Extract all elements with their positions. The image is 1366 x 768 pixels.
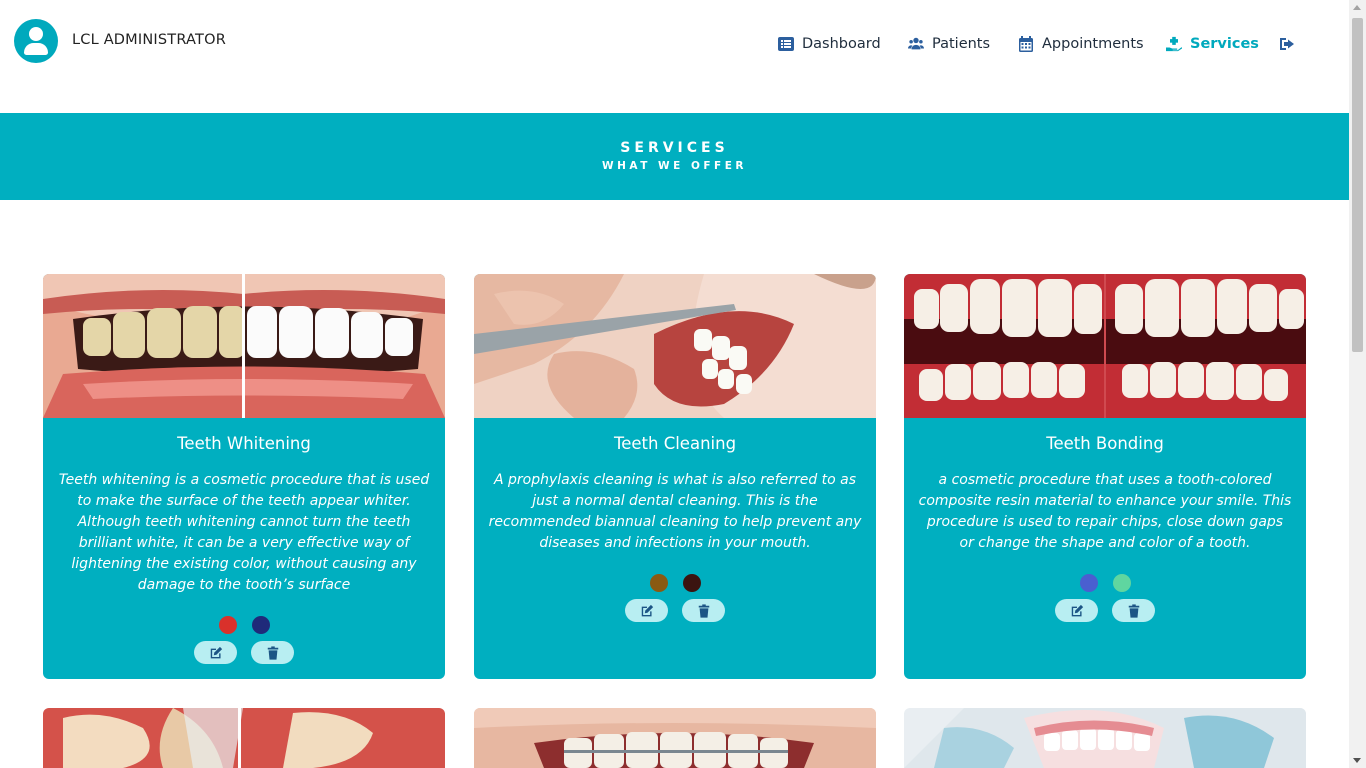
service-image <box>43 708 445 768</box>
admin-name: LCL ADMINISTRATOR <box>72 32 226 48</box>
service-image <box>474 708 876 768</box>
top-navbar: LCL ADMINISTRATOR Dashboard Patients App… <box>0 0 1349 113</box>
service-actions <box>904 599 1306 622</box>
delete-button[interactable] <box>251 641 294 664</box>
edit-icon <box>1071 604 1083 616</box>
service-colors <box>43 616 445 634</box>
trash-icon <box>698 603 709 618</box>
list-alt-icon <box>778 37 794 51</box>
service-description: A prophylaxis cleaning is what is also r… <box>488 472 862 551</box>
service-description: a cosmetic procedure that uses a tooth-c… <box>918 472 1292 551</box>
service-colors <box>474 574 876 592</box>
service-title: Teeth Whitening <box>177 434 311 453</box>
service-image <box>474 274 876 418</box>
nav-appointments-label: Appointments <box>1042 36 1144 52</box>
scrollbar-thumb[interactable] <box>1352 18 1363 352</box>
banner-subtitle: WHAT WE OFFER <box>602 160 747 172</box>
nav-appointments[interactable]: Appointments <box>1018 36 1144 52</box>
edit-button[interactable] <box>625 599 668 622</box>
service-image <box>904 274 1306 418</box>
scroll-down-icon[interactable] <box>1353 758 1361 763</box>
trash-icon <box>267 645 278 660</box>
banner-title: SERVICES <box>620 140 729 156</box>
service-actions <box>43 641 445 664</box>
service-description: Teeth whitening is a cosmetic procedure … <box>58 472 430 593</box>
service-card: Teeth Bonding a cosmetic procedure that … <box>904 274 1306 679</box>
nav-dashboard-label: Dashboard <box>802 36 881 52</box>
calendar-icon <box>1019 36 1033 52</box>
service-title: Teeth Bonding <box>1046 434 1164 453</box>
edit-button[interactable] <box>1055 599 1098 622</box>
service-image <box>43 274 445 418</box>
nav-services-label: Services <box>1190 36 1259 52</box>
scroll-up-icon[interactable] <box>1353 5 1361 10</box>
color-swatch <box>1112 574 1131 592</box>
edit-button[interactable] <box>194 641 237 664</box>
service-card: Teeth Cleaning A prophylaxis cleaning is… <box>474 274 876 679</box>
services-banner: SERVICES WHAT WE OFFER <box>0 113 1349 200</box>
service-actions <box>474 599 876 622</box>
vertical-scrollbar[interactable] <box>1349 0 1366 768</box>
color-swatch <box>1079 574 1098 592</box>
users-icon <box>908 37 924 50</box>
sign-out-icon <box>1280 38 1294 50</box>
trash-icon <box>1128 603 1139 618</box>
nav-services[interactable]: Services <box>1166 36 1259 52</box>
service-image <box>904 708 1306 768</box>
hand-holding-medical-icon <box>1166 36 1182 52</box>
color-swatch <box>649 574 668 592</box>
delete-button[interactable] <box>1112 599 1155 622</box>
user-avatar-icon[interactable] <box>14 19 58 63</box>
service-title: Teeth Cleaning <box>613 434 737 453</box>
nav-patients[interactable]: Patients <box>908 36 990 52</box>
color-swatch <box>218 616 237 634</box>
nav-dashboard[interactable]: Dashboard <box>778 36 881 52</box>
color-swatch <box>682 574 701 592</box>
service-colors <box>904 574 1306 592</box>
nav-logout[interactable] <box>1279 36 1303 52</box>
edit-icon <box>641 604 653 616</box>
nav-patients-label: Patients <box>932 36 991 52</box>
delete-button[interactable] <box>682 599 725 622</box>
color-swatch <box>251 616 270 634</box>
service-card: Teeth Whitening Teeth whitening is a cos… <box>43 274 445 679</box>
edit-icon <box>210 646 222 658</box>
